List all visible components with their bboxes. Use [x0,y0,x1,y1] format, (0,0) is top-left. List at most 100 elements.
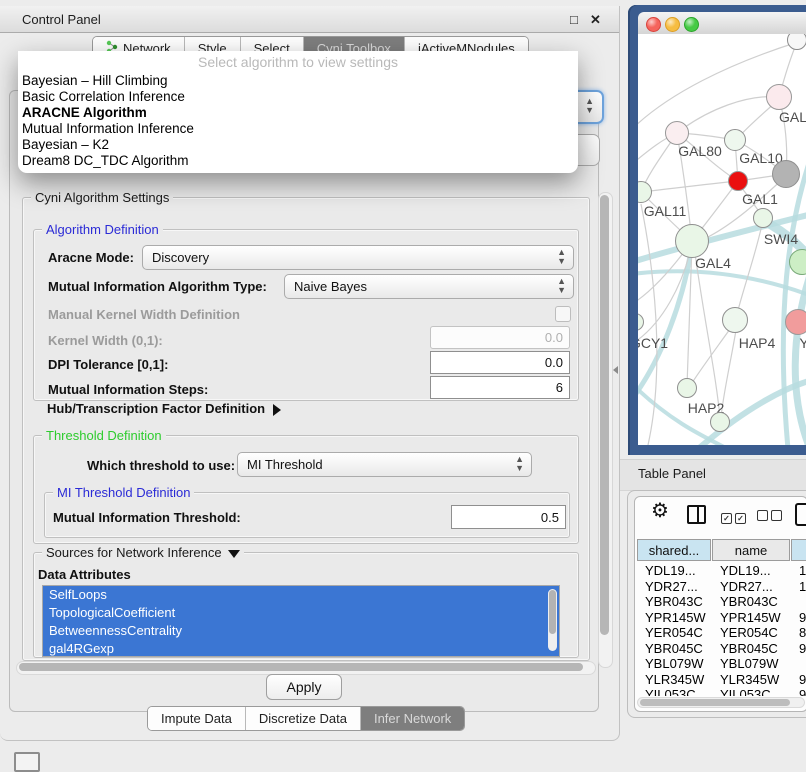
table-cell: YDR27... [720,579,798,594]
table-row[interactable]: YIL053CYIL053C9 [635,687,806,696]
close-panel-icon[interactable]: ✕ [590,12,601,28]
minimize-traffic-light[interactable] [665,17,680,32]
table-cell: YDL19... [645,563,719,578]
table-cell: YDL19... [720,563,798,578]
attribute-list-item[interactable]: gal4RGexp [43,640,559,657]
mi-threshold-definition-label: MI Threshold Definition [53,485,194,500]
network-node[interactable] [710,412,730,432]
network-window-titlebar[interactable] [638,12,806,35]
vertical-scrollbar[interactable] [598,192,613,668]
horizontal-scrollbar-thumb[interactable] [19,663,583,671]
column-header-A[interactable]: A [791,539,806,561]
mi-algorithm-type-value: Naive Bayes [294,279,367,294]
table-cell: YIL053C [645,687,719,696]
table-cell: 9. [799,610,806,625]
list-scrollbar-thumb[interactable] [549,590,556,634]
table-cell: YBR043C [645,594,719,609]
tab-impute-data[interactable]: Impute Data [148,707,246,730]
network-node-gal80[interactable] [665,121,689,145]
mi-algorithm-type-combobox[interactable]: Naive Bayes ▲▼ [284,274,574,299]
node-label-y: Y [799,335,806,351]
mi-threshold-input[interactable]: 0.5 [451,505,566,529]
network-node-gal[interactable] [766,84,792,110]
table-scrollbar-thumb[interactable] [640,699,790,706]
control-panel-title: Control Panel [22,12,101,27]
stepper-arrows-icon: ▲▼ [557,248,566,266]
network-node-gal1[interactable] [728,171,748,191]
attribute-list-item[interactable]: BetweennessCentrality [43,622,559,640]
network-node[interactable] [787,34,806,50]
mi-steps-label: Mutual Information Steps: [48,382,208,397]
which-threshold-combobox[interactable]: MI Threshold ▲▼ [237,452,532,477]
checked-boxes-icon[interactable]: ✓✓ [721,508,749,526]
hub-transcription-factor-section[interactable]: Hub/Transcription Factor Definition [47,401,281,416]
data-attributes-label: Data Attributes [38,567,131,582]
collapsed-arrow-icon [273,404,281,416]
dropdown-item[interactable]: Basic Correlation Inference [18,89,578,105]
mi-steps-input[interactable]: 6 [430,376,570,399]
table-horizontal-scrollbar[interactable] [637,697,805,708]
dropdown-item[interactable]: Bayesian – K2 [18,137,578,153]
data-attributes-list[interactable]: SelfLoopsTopologicalCoefficientBetweenne… [42,585,560,657]
dropdown-item[interactable]: Bayesian – Hill Climbing [18,73,578,89]
table-row[interactable]: YBR045CYBR045C9. [635,641,806,657]
table-row[interactable]: YER054CYER054C8. [635,625,806,641]
close-traffic-light[interactable] [646,17,661,32]
unchecked-boxes-icon[interactable] [757,508,785,526]
panel-splitter-arrow-icon[interactable] [613,366,618,374]
network-view-window[interactable]: GALGAL80GAL10GAL1GAL11SWI4GAL4GCY1HAP4YH… [628,5,806,455]
tab-infer-network[interactable]: Infer Network [361,707,464,730]
network-node-swi4[interactable] [753,208,773,228]
expanded-arrow-icon [228,550,240,558]
network-node[interactable] [772,160,800,188]
table-cell: YBR043C [720,594,798,609]
aracne-mode-combobox[interactable]: Discovery ▲▼ [142,245,574,270]
zoom-traffic-light[interactable] [684,17,699,32]
network-node-gal4[interactable] [675,224,709,258]
float-panel-icon[interactable]: □ [570,12,578,27]
network-node-y[interactable] [785,309,806,335]
sources-label[interactable]: Sources for Network Inference [42,545,244,560]
apply-button[interactable]: Apply [266,674,342,700]
table-row[interactable]: YBR043CYBR043C [635,594,806,610]
vertical-scrollbar-thumb[interactable] [600,195,609,635]
column-header-name[interactable]: name [712,539,790,561]
manual-kernel-width-label: Manual Kernel Width Definition [48,307,240,322]
network-canvas[interactable]: GALGAL80GAL10GAL1GAL11SWI4GAL4GCY1HAP4YH… [638,34,806,445]
table-cell: YLR345W [720,672,798,687]
tab-discretize-data[interactable]: Discretize Data [246,707,361,730]
table-cell: YBL079W [720,656,798,671]
table-cell: YLR345W [645,672,719,687]
table-row[interactable]: YDR27...YDR27...12 [635,579,806,595]
network-node-gal10[interactable] [724,129,746,151]
bottom-corner-panel-icon[interactable] [14,752,40,772]
dpi-tolerance-input[interactable]: 0.0 [430,351,570,374]
table-panel-content: ⚙ ✓✓ shared...nameA YDL19...YDL19...13YD… [634,496,806,712]
table-header: shared...nameA [635,539,806,563]
manual-kernel-width-checkbox[interactable] [555,306,571,322]
aracne-mode-value: Discovery [152,250,209,265]
table-row[interactable]: YDL19...YDL19...13 [635,563,806,579]
document-icon[interactable] [795,503,806,526]
cyni-algorithm-settings-group: Cyni Algorithm Settings Algorithm Defini… [22,197,590,661]
node-label-gcy1: GCY1 [638,335,668,351]
gear-icon[interactable]: ⚙ [651,500,669,522]
list-scrollbar[interactable] [548,589,557,651]
dropdown-item[interactable]: Mutual Information Inference [18,121,578,137]
network-node-hap2[interactable] [677,378,697,398]
table-row[interactable]: YBL079WYBL079W [635,656,806,672]
attribute-list-item[interactable]: TopologicalCoefficient [43,604,559,622]
which-threshold-label: Which threshold to use: [87,458,235,473]
network-node-hap4[interactable] [722,307,748,333]
dropdown-item[interactable]: Dream8 DC_TDC Algorithm [18,153,578,169]
column-header-shared[interactable]: shared... [637,539,711,561]
kernel-width-input[interactable]: 0.0 [430,326,570,349]
attribute-list-item[interactable]: SelfLoops [43,586,559,604]
table-cell: 9 [799,687,806,696]
table-cell: 9. [799,641,806,656]
horizontal-scrollbar[interactable] [16,661,596,675]
dropdown-item[interactable]: ARACNE Algorithm [18,105,578,121]
table-row[interactable]: YLR345WYLR345W9. [635,672,806,688]
split-columns-icon[interactable] [687,505,706,524]
table-row[interactable]: YPR145WYPR145W9. [635,610,806,626]
